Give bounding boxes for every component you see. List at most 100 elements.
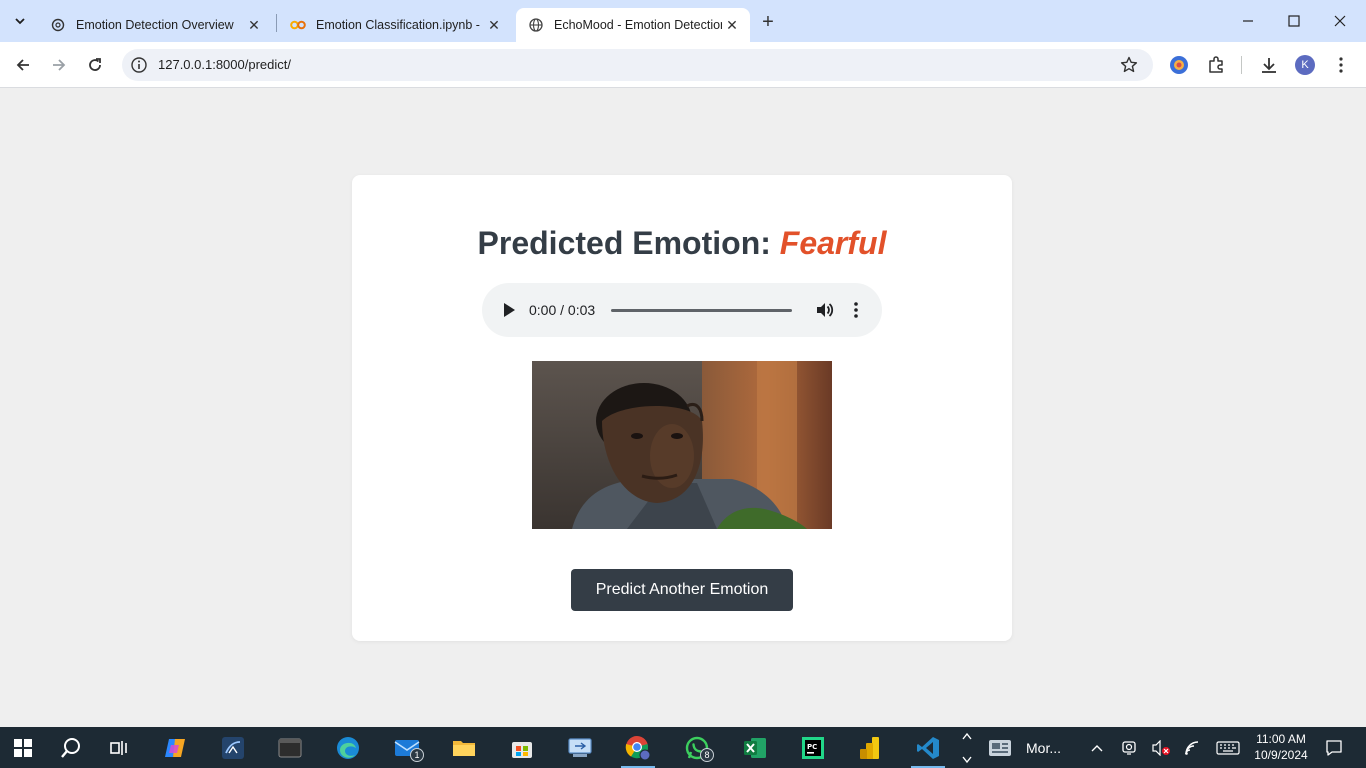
whatsapp-badge: 8 bbox=[700, 748, 714, 762]
maximize-button[interactable] bbox=[1271, 0, 1317, 42]
address-bar[interactable]: 127.0.0.1:8000/predict/ bbox=[122, 49, 1153, 81]
task-view-icon bbox=[110, 740, 127, 755]
tab-title: Emotion Classification.ipynb - C bbox=[316, 18, 484, 32]
tab-separator bbox=[276, 14, 277, 32]
taskbar-remote-desktop[interactable] bbox=[557, 727, 603, 768]
clock-time: 11:00 AM bbox=[1256, 732, 1306, 746]
svg-text:PC: PC bbox=[807, 743, 817, 751]
news-widget[interactable]: Mor... bbox=[988, 727, 1061, 768]
url-text[interactable]: 127.0.0.1:8000/predict/ bbox=[158, 57, 291, 72]
emotion-gif bbox=[532, 361, 832, 529]
taskbar-mail[interactable]: 1 bbox=[384, 727, 430, 768]
notification-icon bbox=[1326, 739, 1342, 756]
taskbar-file-explorer[interactable] bbox=[441, 727, 487, 768]
system-clock[interactable]: 11:00 AM 10/9/2024 bbox=[1248, 731, 1314, 763]
avatar: K bbox=[1295, 55, 1315, 75]
camera-status[interactable] bbox=[1118, 727, 1140, 768]
edge-icon bbox=[337, 736, 359, 759]
puzzle-extensions-icon[interactable] bbox=[1205, 54, 1227, 76]
pycharm-icon: PC bbox=[802, 736, 824, 759]
browser-toolbar: 127.0.0.1:8000/predict/ K bbox=[0, 42, 1366, 88]
taskbar-terminal[interactable] bbox=[267, 727, 313, 768]
back-button[interactable] bbox=[8, 50, 38, 80]
folder-icon bbox=[453, 740, 475, 756]
tab-emotion-detection-overview[interactable]: Emotion Detection Overview ✕ bbox=[38, 8, 272, 42]
close-tab-icon[interactable]: ✕ bbox=[484, 15, 504, 35]
volume-muted-icon bbox=[1152, 739, 1170, 756]
taskbar-overflow-scroll[interactable] bbox=[956, 727, 978, 768]
tab-emotion-classification[interactable]: Emotion Classification.ipynb - C ✕ bbox=[278, 8, 512, 42]
close-tab-icon[interactable]: ✕ bbox=[244, 15, 264, 35]
bookmark-star-icon[interactable] bbox=[1119, 55, 1139, 75]
maximize-icon bbox=[1288, 15, 1300, 27]
vscode-icon bbox=[917, 736, 939, 759]
close-window-button[interactable] bbox=[1317, 0, 1363, 42]
taskbar-vscode[interactable] bbox=[905, 727, 951, 768]
arrow-right-icon bbox=[53, 59, 66, 71]
globe-icon bbox=[528, 17, 544, 33]
tab-echomood[interactable]: EchoMood - Emotion Detection ✕ bbox=[516, 8, 750, 42]
start-button[interactable] bbox=[0, 727, 46, 768]
browser-menu-button[interactable] bbox=[1330, 54, 1352, 76]
page-viewport: Predicted Emotion: Fearful 0:00 / 0:03 P… bbox=[0, 89, 1366, 727]
notifications-button[interactable] bbox=[1320, 727, 1348, 768]
taskbar-store[interactable] bbox=[499, 727, 545, 768]
taskbar-excel[interactable] bbox=[732, 727, 778, 768]
more-vertical-icon bbox=[1339, 57, 1343, 73]
predicted-emotion: Fearful bbox=[779, 225, 887, 261]
network-tray[interactable] bbox=[1182, 727, 1204, 768]
taskbar: 1 8 PC Mor... 11:00 AM 10/9/2024 bbox=[0, 727, 1366, 768]
taskbar-pycharm[interactable]: PC bbox=[790, 727, 836, 768]
copilot-icon bbox=[165, 738, 185, 757]
windows-icon bbox=[14, 738, 32, 757]
store-icon bbox=[512, 741, 532, 758]
taskbar-mysql-workbench[interactable] bbox=[210, 727, 256, 768]
search-button[interactable] bbox=[48, 727, 94, 768]
close-tab-icon[interactable]: ✕ bbox=[722, 15, 742, 35]
chevron-down-icon bbox=[15, 18, 25, 25]
audio-options-icon[interactable] bbox=[846, 300, 866, 320]
tab-title: EchoMood - Emotion Detection bbox=[554, 18, 722, 32]
reload-icon bbox=[89, 58, 101, 71]
task-view-button[interactable] bbox=[96, 727, 142, 768]
taskbar-copilot[interactable] bbox=[152, 727, 198, 768]
minimize-button[interactable] bbox=[1225, 0, 1271, 42]
download-icon[interactable] bbox=[1258, 54, 1280, 76]
mysql-workbench-icon bbox=[222, 736, 244, 759]
chevron-up-icon bbox=[1091, 744, 1103, 751]
extension-icon[interactable] bbox=[1168, 54, 1190, 76]
taskbar-edge[interactable] bbox=[325, 727, 371, 768]
audio-player[interactable]: 0:00 / 0:03 bbox=[482, 283, 882, 337]
volume-tray[interactable] bbox=[1150, 727, 1172, 768]
chrome-icon bbox=[625, 735, 651, 760]
openai-icon bbox=[50, 17, 66, 33]
new-tab-button[interactable]: + bbox=[756, 10, 780, 34]
taskbar-chrome[interactable] bbox=[615, 727, 661, 768]
remote-desktop-icon bbox=[568, 737, 592, 757]
clock-date: 10/9/2024 bbox=[1254, 748, 1308, 762]
excel-icon bbox=[744, 737, 766, 758]
power-bi-icon bbox=[860, 736, 879, 759]
news-label: Mor... bbox=[1026, 739, 1062, 756]
camera-icon bbox=[1122, 740, 1136, 755]
forward-button[interactable] bbox=[44, 50, 74, 80]
chevron-up-down-icon bbox=[962, 732, 972, 763]
volume-icon[interactable] bbox=[814, 300, 834, 320]
tab-strip: Emotion Detection Overview ✕ Emotion Cla… bbox=[0, 0, 1366, 42]
page-title: Predicted Emotion: Fearful bbox=[352, 225, 1012, 262]
arrow-left-icon bbox=[16, 59, 29, 71]
profile-avatar[interactable]: K bbox=[1294, 54, 1316, 76]
predict-another-button[interactable]: Predict Another Emotion bbox=[571, 569, 793, 611]
show-hidden-icons[interactable] bbox=[1086, 727, 1108, 768]
keyboard-tray[interactable] bbox=[1214, 727, 1242, 768]
play-icon[interactable] bbox=[502, 302, 516, 318]
taskbar-whatsapp[interactable]: 8 bbox=[674, 727, 720, 768]
tab-search-button[interactable] bbox=[8, 9, 32, 33]
reload-button[interactable] bbox=[80, 50, 110, 80]
tab-title: Emotion Detection Overview bbox=[76, 18, 234, 32]
audio-time: 0:00 / 0:03 bbox=[529, 302, 596, 318]
minimize-icon bbox=[1243, 20, 1253, 22]
site-info-icon[interactable] bbox=[130, 56, 148, 74]
taskbar-power-bi[interactable] bbox=[847, 727, 893, 768]
audio-seek-bar[interactable] bbox=[611, 309, 792, 312]
